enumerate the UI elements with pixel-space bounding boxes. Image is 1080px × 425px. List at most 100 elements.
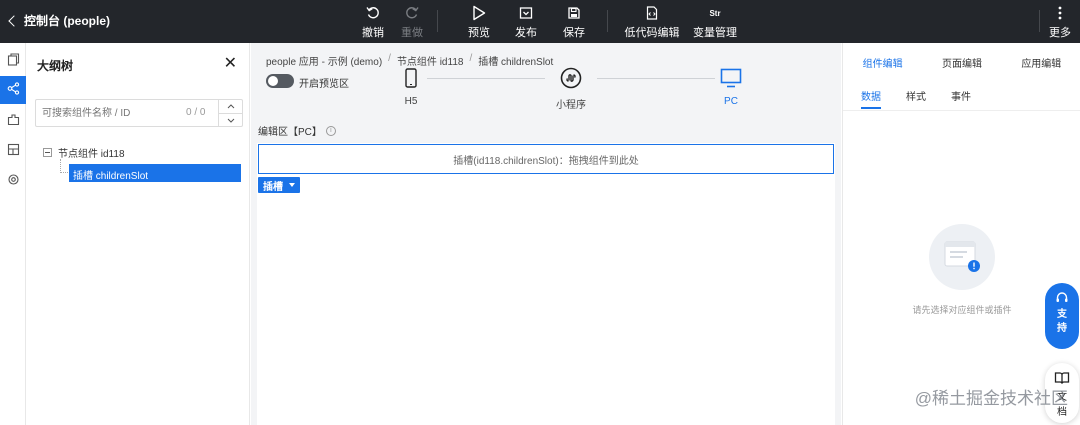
undo-icon [351,4,395,22]
close-icon[interactable]: ✕ [224,53,237,73]
watermark: @稀土掘金技术社区 [914,389,1068,408]
slot-tag-label: 插槽 [263,181,283,193]
edit-area-title: 编辑区【PC】 [258,127,322,138]
more-label: 更多 [1049,27,1071,39]
save-icon [552,4,596,22]
toolbar-divider [607,10,608,32]
back-label: 控制台 (people) [24,14,110,28]
book-icon [1054,372,1070,384]
empty-state-icon [929,224,995,290]
publish-label: 发布 [515,27,537,39]
tree-node-label: 节点组件 id118 [58,149,125,160]
undo-label: 撤销 [362,27,384,39]
mobile-icon [381,66,441,90]
support-button[interactable]: 支 持 [1045,283,1079,349]
support-label: 持 [1057,323,1067,334]
device-h5[interactable]: H5 [381,66,441,107]
panel-subtabs: 数据 样式 事件 [843,79,1080,111]
collapse-icon[interactable] [43,148,52,157]
tree-node-selected[interactable]: 插槽 childrenSlot [69,164,241,182]
save-label: 保存 [563,27,585,39]
chevron-down-icon [227,118,234,123]
back-button[interactable]: 控制台 (people) [8,12,110,29]
miniprogram-icon [541,66,601,90]
outline-panel: 大纲树 ✕ 0 / 0 节点组件 id118 插槽 childrenSlot [27,43,250,425]
edit-area-label: 编辑区【PC】 i [258,123,336,138]
outline-tree-tab[interactable] [0,76,26,104]
variable-icon: Str [709,8,721,18]
device-switcher: H5 小程序 PC [391,66,751,111]
settings-icon [7,173,20,189]
left-icon-strip [0,43,26,425]
slot-dropzone[interactable]: 插槽(id118.childrenSlot)：拖拽组件到此处 [258,144,834,174]
components-tab[interactable] [0,107,26,135]
panel-tabs: 组件编辑 页面编辑 应用编辑 [843,43,1080,79]
toolbar-divider [437,10,438,32]
monitor-icon [701,66,761,90]
layout-tab[interactable] [0,137,26,165]
settings-tab[interactable] [0,167,26,195]
publish-icon [504,4,548,22]
tab-app-edit[interactable]: 应用编辑 [1002,43,1080,79]
pages-icon [7,53,20,69]
subtab-events[interactable]: 事件 [951,88,971,103]
variable-manage-button[interactable]: Str 变量管理 [690,4,740,40]
device-connector [427,78,545,79]
redo-button[interactable]: 重做 [390,4,434,40]
caret-down-icon [289,183,295,187]
headset-icon [1056,292,1068,302]
toggle-knob [268,76,278,86]
save-button[interactable]: 保存 [552,4,596,40]
outline-tree-icon [7,82,20,98]
property-panel: 组件编辑 页面编辑 应用编辑 数据 样式 事件 请先选择对应组件或插件 支 持 … [842,43,1080,425]
undo-button[interactable]: 撤销 [351,4,395,40]
top-toolbar: 控制台 (people) 撤销 重做 预览 发布 保存 低代码编辑 Str 变量… [0,0,1080,43]
edit-canvas[interactable]: 插槽(id118.childrenSlot)：拖拽组件到此处 插槽 [257,143,835,425]
outline-title: 大纲树 [37,59,74,73]
device-miniprogram[interactable]: 小程序 [541,66,601,111]
preview-button[interactable]: 预览 [457,4,501,40]
more-vertical-icon [1046,4,1074,22]
subtab-style[interactable]: 样式 [906,88,926,103]
search-next-button[interactable] [219,113,242,126]
toolbar-divider [1039,10,1040,32]
play-icon [457,4,501,22]
editor-center: people 应用 - 示例 (demo) / 节点组件 id118 / 插槽 … [251,43,841,425]
search-match-count: 0 / 0 [186,107,206,118]
subtab-data[interactable]: 数据 [861,88,881,109]
preview-label: 预览 [468,27,490,39]
variable-manage-label: 变量管理 [693,27,737,39]
code-file-icon [624,4,680,22]
chevron-up-icon [227,104,234,109]
info-icon[interactable]: i [325,125,336,136]
support-label: 支 [1057,309,1067,320]
preview-toggle[interactable] [266,74,294,88]
breadcrumb-item[interactable]: people 应用 - 示例 (demo) [266,53,382,68]
device-miniprogram-label: 小程序 [556,100,586,111]
slot-hint: 插槽(id118.childrenSlot)：拖拽组件到此处 [453,155,639,167]
tab-page-edit[interactable]: 页面编辑 [922,43,1001,79]
search-nav [218,100,242,126]
lowcode-edit-button[interactable]: 低代码编辑 [624,4,680,40]
device-pc-label: PC [724,96,738,107]
chevron-left-icon [8,14,20,27]
publish-button[interactable]: 发布 [504,4,548,40]
preview-toggle-label: 开启预览区 [299,79,349,90]
pages-tab[interactable] [0,47,26,75]
device-connector [597,78,715,79]
more-button[interactable]: 更多 [1046,4,1074,40]
outline-search-input[interactable] [36,100,186,126]
device-pc[interactable]: PC [701,66,761,107]
device-h5-label: H5 [404,96,418,107]
tree-node[interactable]: 节点组件 id118 [43,145,125,160]
search-prev-button[interactable] [219,100,242,113]
layout-icon [7,143,20,159]
redo-label: 重做 [401,27,423,39]
slot-tag[interactable]: 插槽 [258,177,300,193]
lowcode-edit-label: 低代码编辑 [624,27,680,39]
tab-component-edit[interactable]: 组件编辑 [843,43,922,79]
components-icon [7,113,20,129]
tree-connector [60,159,68,173]
redo-icon [390,4,434,22]
outline-search: 0 / 0 [35,99,243,127]
